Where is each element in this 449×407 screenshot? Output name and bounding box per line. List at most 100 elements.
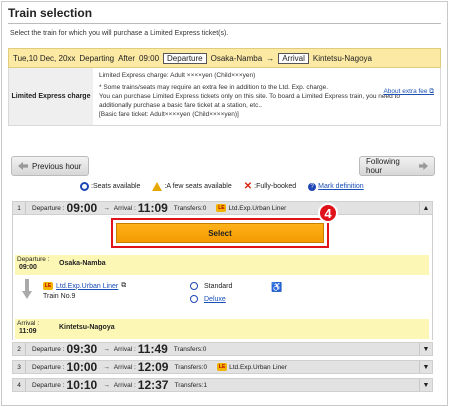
transfers: Transfers:1 [174,381,208,389]
following-hour-button[interactable]: Following hour [359,156,435,176]
train-name: Ltd.Exp.Urban Liner [229,363,287,371]
seats-available-icon [190,282,198,290]
collapse-caret-icon[interactable]: ▲ [419,202,432,214]
arrival-tag: Arrival [278,52,309,64]
charge-line-4: additionally purchase a basic fare ticke… [99,102,262,109]
seat-deluxe[interactable]: Deluxe [190,295,226,303]
condition-after-label: After [118,53,135,63]
arrival-label: Arrival : [113,381,136,389]
departure-label: Departure : [32,204,65,212]
legend-few: :A few seats available [164,183,232,190]
departure-label: Departure : [32,381,65,389]
previous-hour-button[interactable]: Previous hour [11,156,89,176]
help-icon: ? [308,182,317,191]
previous-hour-label: Previous hour [32,161,82,171]
seat-standard-label: Standard [204,282,233,290]
detail-arrival-time: 11:09 [19,328,37,335]
legend-full: :Fully-booked [254,183,297,190]
expand-caret-icon[interactable]: ▼ [419,343,432,355]
arrival-station-bar: Arrival : 11:09 Kintetsu-Nagoya [15,319,429,339]
few-seats-icon [152,182,163,191]
detail-departure-time: 09:00 [19,264,37,271]
arrival-label: Arrival : [113,363,136,371]
charge-body: Limited Express charge: Adult ××××yen (C… [93,68,440,125]
arrow-left-icon [18,162,28,170]
title-divider [8,23,441,24]
arrow-right-icon [418,162,428,170]
down-arrow-icon [22,279,32,301]
departure-time: 09:30 [66,342,98,356]
arrow-icon: → [103,381,110,389]
legend-available: :Seats available [91,183,141,190]
detail-departure-label: Departure : [17,256,50,263]
external-link-icon: ⧉ [429,88,434,95]
arrow-icon: → [103,204,110,212]
train-number: 1 [13,202,26,214]
departure-time: 09:00 [66,201,98,215]
detail-arrival-label: Arrival : [17,320,40,327]
following-hour-label: Following hour [366,157,400,175]
condition-departure-station: Osaka-Namba [210,53,263,63]
expand-caret-icon[interactable]: ▼ [419,379,432,391]
departure-tag: Departure [163,52,207,64]
condition-date: Tue,10 Dec, 20xx [13,53,76,63]
transfers: Transfers:0 [173,345,207,353]
train-row-3[interactable]: 3 Departure : 10:00 → Arrival : 12:09 Tr… [12,360,433,374]
about-extra-fee-link[interactable]: About extra fee ⧉ [383,87,434,96]
charge-line-1: Limited Express charge: Adult ××××yen (C… [99,72,256,79]
arrow-icon: → [103,345,110,353]
arrival-label: Arrival : [113,204,136,212]
condition-arrival-station: Kintetsu-Nagoya [312,53,373,63]
departure-time: 10:10 [66,378,98,392]
arrival-time: 12:37 [137,378,169,392]
select-highlight: Select [111,218,329,248]
limited-express-logo-icon: LE [43,282,53,290]
seats-available-icon [190,295,198,303]
detail-arrival-station: Kintetsu-Nagoya [59,324,115,331]
train-number: 4 [13,379,26,391]
train-number: 2 [13,343,26,355]
departure-station-bar: Departure : 09:00 Osaka-Namba [15,255,429,275]
fully-booked-icon: ✕ [243,181,253,192]
detail-train-name-link[interactable]: Ltd.Exp.Urban Liner [56,283,118,290]
train-row-4[interactable]: 4 Departure : 10:10 → Arrival : 12:37 Tr… [12,378,433,392]
departure-label: Departure : [32,345,65,353]
external-link-icon: ⧉ [121,282,127,289]
seat-deluxe-label: Deluxe [204,295,226,303]
about-extra-fee-label: About extra fee [383,88,428,95]
mark-definition-link[interactable]: ? Mark definition [308,182,364,191]
wheelchair-icon: ♿ [271,282,283,292]
right-arrow-icon: → [266,53,275,63]
train-detail-panel: Select 4 Departure : 09:00 Osaka-Namba L… [12,203,433,340]
step-badge: 4 [318,203,338,223]
train-number: 3 [13,361,26,373]
train-row-2[interactable]: 2 Departure : 09:30 → Arrival : 11:49 Tr… [12,342,433,356]
detail-departure-station: Osaka-Namba [59,260,106,267]
limited-express-logo-icon: LE [216,204,227,212]
train-row-1[interactable]: 1 Departure : 09:00 → Arrival : 11:09 Tr… [12,201,433,215]
mark-definition-label: Mark definition [318,183,364,190]
charge-info: Limited Express charge Limited Express c… [8,68,441,126]
charge-label: Limited Express charge [9,68,93,125]
seats-available-icon [80,182,89,191]
search-conditions-bar: Tue,10 Dec, 20xx Departing After 09:00 D… [8,48,441,68]
transfers: Transfers:0 [173,204,207,212]
condition-time: 09:00 [139,53,160,63]
charge-line-5: [Basic fare ticket: Adult××××yen (Child×… [99,111,239,118]
departure-label: Departure : [32,363,65,371]
seat-legend: :Seats available :A few seats available … [80,181,364,192]
seat-standard[interactable]: Standard [190,282,232,290]
arrival-time: 12:09 [137,360,169,374]
train-selection-panel: Train selection Select the train for whi… [1,1,448,406]
departure-time: 10:00 [66,360,98,374]
detail-train-name-row: LE Ltd.Exp.Urban Liner ⧉ [43,282,126,290]
train-number-text: Train No.9 [43,293,76,300]
select-button[interactable]: Select [116,223,324,243]
instruction-text: Select the train for which you will purc… [10,30,229,37]
train-name: Ltd.Exp.Urban Liner [228,204,287,212]
page-title: Train selection [8,6,93,20]
expand-caret-icon[interactable]: ▼ [419,361,432,373]
condition-departing-label: Departing [79,53,115,63]
arrival-time: 11:09 [137,201,168,215]
arrow-icon: → [103,363,110,371]
